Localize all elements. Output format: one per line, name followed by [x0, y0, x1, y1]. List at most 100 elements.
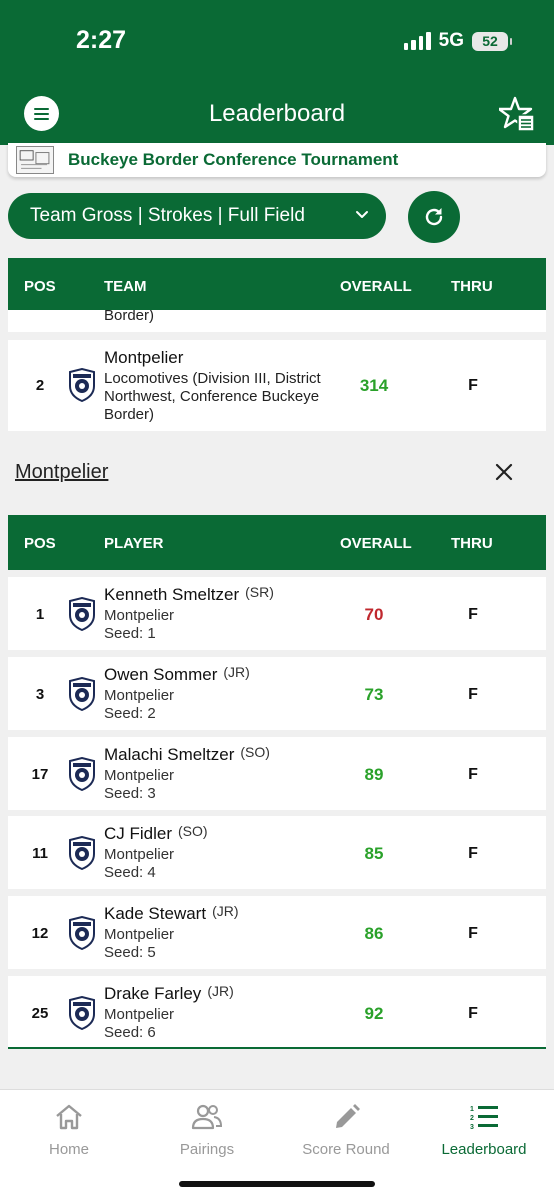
col-thru: THRU	[451, 535, 493, 552]
app-header: 2:27 5G 52 Leaderboard	[0, 0, 554, 145]
tab-label: Home	[48, 1141, 89, 1158]
chevron-down-icon	[356, 211, 368, 218]
player-name: CJ Fidler (SO)	[104, 823, 208, 844]
svg-text:2: 2	[470, 1115, 474, 1122]
player-name-text: Kade Stewart	[104, 904, 207, 923]
overall-score: 92	[364, 1004, 384, 1023]
refresh-button[interactable]	[408, 191, 460, 243]
player-grade: (JR)	[207, 983, 234, 999]
player-name: Kenneth Smeltzer (SR)	[104, 584, 274, 605]
status-time: 2:27	[76, 26, 127, 54]
player-team: Montpelier	[104, 607, 175, 624]
filter-label: Team Gross | Strokes | Full Field	[30, 205, 305, 226]
position: 3	[35, 686, 45, 703]
table-row[interactable]: 3 Owen Sommer (JR) Montpelier Seed: 2 73 F	[8, 657, 546, 730]
svg-text:3: 3	[470, 1124, 474, 1131]
battery-icon: 52	[472, 31, 512, 51]
overall-score: 89	[364, 765, 384, 784]
tab-pairings[interactable]: Pairings	[138, 1090, 276, 1170]
position: 25	[31, 1005, 49, 1022]
player-name-text: Kenneth Smeltzer	[104, 585, 240, 604]
thru-status: F	[468, 606, 478, 623]
tournament-logo-icon	[16, 146, 54, 174]
ranked-list-icon: 1 2 3	[470, 1106, 498, 1131]
player-seed: Seed: 1	[104, 625, 156, 642]
team-detail-partial: Border)	[104, 310, 155, 324]
player-name: Drake Farley (JR)	[104, 983, 234, 1004]
thru-status: F	[468, 925, 478, 942]
overall-score: 70	[364, 605, 384, 624]
home-indicator	[179, 1181, 375, 1187]
position: 1	[35, 606, 45, 623]
position: 12	[31, 925, 49, 942]
thru-status: F	[468, 845, 478, 862]
pencil-icon	[336, 1104, 360, 1128]
player-seed: Seed: 5	[104, 944, 156, 961]
team-name: Montpelier	[104, 348, 184, 367]
home-icon	[56, 1104, 82, 1130]
team-crest-icon	[69, 916, 95, 950]
table-row[interactable]: 25 Drake Farley (JR) Montpelier Seed: 6 92 F	[8, 976, 546, 1049]
player-grade: (JR)	[223, 664, 250, 680]
table-row[interactable]: 12 Kade Stewart (JR) Montpelier Seed: 5 86 F	[8, 896, 546, 969]
tournament-banner[interactable]: Buckeye Border Conference Tournament	[8, 143, 546, 177]
player-seed: Seed: 6	[104, 1024, 156, 1041]
table-row[interactable]: 1 Kenneth Smeltzer (SR) Montpelier Seed: 1 70…	[8, 577, 546, 650]
close-icon[interactable]	[490, 458, 518, 486]
tournament-name: Buckeye Border Conference Tournament	[68, 150, 399, 169]
col-overall: OVERALL	[340, 278, 412, 295]
player-team: Montpelier	[104, 1006, 175, 1023]
thru-status: F	[468, 766, 478, 783]
player-team: Montpelier	[104, 767, 175, 784]
position: 11	[32, 845, 48, 862]
overall-score: 85	[364, 844, 384, 863]
page-title: Leaderboard	[208, 100, 346, 127]
player-grade: (SO)	[240, 744, 270, 760]
player-name-text: CJ Fidler	[104, 824, 173, 843]
refresh-icon	[425, 208, 443, 226]
player-team: Montpelier	[104, 687, 175, 704]
thru-status: F	[468, 686, 478, 703]
tab-home[interactable]: Home	[0, 1090, 138, 1170]
position: 17	[31, 766, 49, 783]
tab-score-round[interactable]: Score Round	[277, 1090, 415, 1170]
col-pos: POS	[24, 278, 56, 295]
player-name: Malachi Smeltzer (SO)	[104, 744, 270, 765]
overall-score: 314	[359, 376, 389, 395]
col-player: PLAYER	[104, 535, 164, 552]
team-crest-icon	[69, 597, 95, 631]
player-table-header: POS PLAYER OVERALL THRU	[8, 515, 546, 570]
signal-icon	[403, 32, 431, 50]
people-icon	[191, 1104, 223, 1130]
network-type: 5G	[438, 30, 464, 51]
table-row[interactable]: 2 Montpelier Locomotives (Division III, …	[8, 340, 546, 431]
player-seed: Seed: 4	[104, 864, 156, 881]
thru-status: F	[468, 1005, 478, 1022]
player-seed: Seed: 2	[104, 705, 156, 722]
col-pos: POS	[24, 535, 56, 552]
player-team: Montpelier	[104, 846, 175, 863]
team-crest-icon	[69, 757, 95, 791]
player-grade: (JR)	[212, 903, 239, 919]
favorite-list-icon[interactable]	[499, 96, 537, 134]
player-name-text: Malachi Smeltzer	[104, 745, 235, 764]
table-row[interactable]: 17 Malachi Smeltzer (SO) Montpelier Seed: 3 8…	[8, 737, 546, 810]
position: 2	[35, 377, 45, 394]
table-row[interactable]: 11 CJ Fidler (SO) Montpelier Seed: 4 85 F	[8, 816, 546, 889]
player-name: Owen Sommer (JR)	[104, 664, 250, 685]
player-name-text: Owen Sommer	[104, 665, 218, 684]
team-crest-icon	[69, 836, 95, 870]
player-seed: Seed: 3	[104, 785, 156, 802]
team-crest-icon	[69, 677, 95, 711]
player-team: Montpelier	[104, 926, 175, 943]
col-team: TEAM	[104, 278, 147, 295]
tab-leaderboard[interactable]: 1 2 3 Leaderboard	[415, 1090, 553, 1170]
thru-status: F	[468, 377, 478, 394]
tab-label: Leaderboard	[441, 1141, 527, 1158]
player-grade: (SR)	[245, 584, 274, 600]
team-link[interactable]: Montpelier	[15, 461, 108, 484]
team-crest-icon	[69, 368, 95, 402]
player-grade: (SO)	[178, 823, 208, 839]
table-row-partial[interactable]: Border)	[8, 310, 546, 332]
leaderboard-filter-dropdown[interactable]: Team Gross | Strokes | Full Field	[8, 193, 386, 239]
